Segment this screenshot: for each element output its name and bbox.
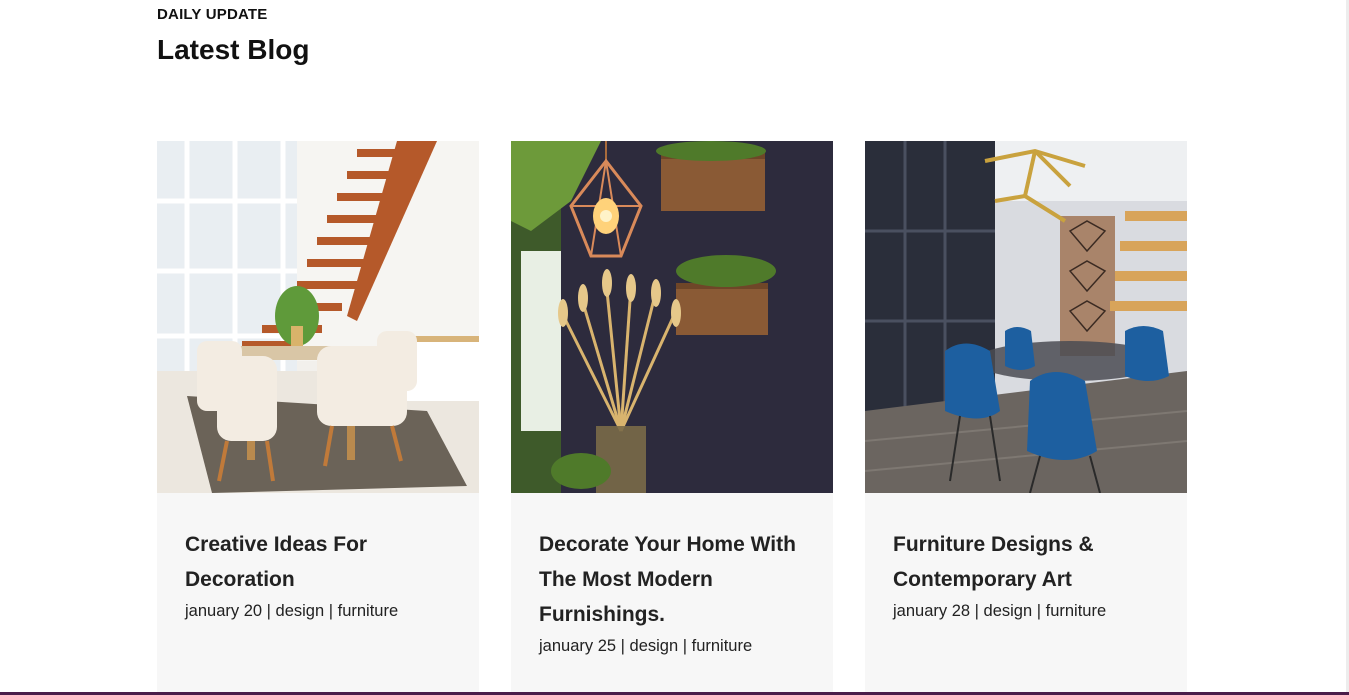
blog-card-meta: january 25 | design | furniture xyxy=(539,634,805,658)
post-date: january 20 xyxy=(185,602,263,620)
blog-card-image[interactable] xyxy=(865,141,1187,493)
post-date: january 28 xyxy=(893,602,971,620)
meta-separator: | xyxy=(262,602,276,620)
blog-card-list: Creative Ideas For Decoration january 20… xyxy=(157,141,1187,695)
pendant-lamp-wheat-decor-photo xyxy=(511,141,833,493)
blog-card[interactable]: Decorate Your Home With The Most Modern … xyxy=(511,141,833,695)
blog-card-title[interactable]: Creative Ideas For Decoration xyxy=(185,527,451,597)
blog-card-image[interactable] xyxy=(157,141,479,493)
category-link[interactable]: design xyxy=(984,602,1033,620)
meta-separator: | xyxy=(678,637,692,655)
dining-room-staircase-photo xyxy=(157,141,479,493)
category-link[interactable]: design xyxy=(630,637,679,655)
blog-card-meta: january 28 | design | furniture xyxy=(893,599,1159,623)
section-title: Latest Blog xyxy=(157,34,310,65)
tag-link[interactable]: furniture xyxy=(338,602,399,620)
blue-chairs-dining-photo xyxy=(865,141,1187,493)
blog-card-image[interactable] xyxy=(511,141,833,493)
section-eyebrow: DAILY UPDATE xyxy=(157,6,268,23)
blog-card[interactable]: Furniture Designs & Contemporary Art jan… xyxy=(865,141,1187,695)
meta-separator: | xyxy=(970,602,984,620)
tag-link[interactable]: furniture xyxy=(692,637,753,655)
meta-separator: | xyxy=(324,602,338,620)
meta-separator: | xyxy=(616,637,630,655)
tag-link[interactable]: furniture xyxy=(1046,602,1107,620)
meta-separator: | xyxy=(1032,602,1046,620)
blog-card-meta: january 20 | design | furniture xyxy=(185,599,451,623)
blog-card[interactable]: Creative Ideas For Decoration january 20… xyxy=(157,141,479,695)
post-date: january 25 xyxy=(539,637,617,655)
blog-card-title[interactable]: Furniture Designs & Contemporary Art xyxy=(893,527,1159,597)
page: DAILY UPDATE Latest Blog Creative Ideas … xyxy=(0,0,1349,695)
category-link[interactable]: design xyxy=(276,602,325,620)
blog-card-title[interactable]: Decorate Your Home With The Most Modern … xyxy=(539,527,805,632)
